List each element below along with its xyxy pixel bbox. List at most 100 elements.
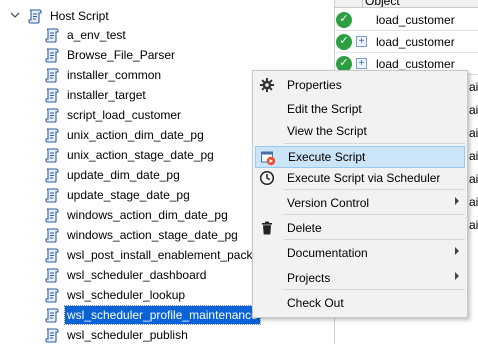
tree-item[interactable]: update_dim_date_pg	[44, 165, 182, 185]
menu-separator	[283, 289, 465, 290]
script-icon	[45, 208, 59, 223]
tree-item-label: unix_action_dim_date_pg	[67, 128, 204, 142]
menu-item-properties[interactable]: Properties	[255, 74, 465, 96]
tree-item-label: wsl_post_install_enablement_pack	[67, 248, 253, 262]
menu-item-execute-script-via-scheduler[interactable]: Execute Script via Scheduler	[255, 167, 465, 189]
tree-item[interactable]: a_env_test	[44, 25, 128, 45]
trash-icon	[259, 220, 275, 236]
grid-row-object: load_customer	[376, 56, 455, 71]
menu-item-view-the-script[interactable]: View the Script	[255, 120, 465, 142]
grid-row-fragment: ain	[469, 126, 478, 140]
script-icon	[45, 268, 59, 283]
menu-item-documentation[interactable]: Documentation	[255, 242, 465, 264]
menu-separator	[283, 189, 465, 190]
tree-item[interactable]: windows_action_stage_date_pg	[44, 225, 240, 245]
tree-item-label: script_load_customer	[67, 108, 182, 122]
script-icon	[45, 68, 59, 83]
grid-row-fragment: ain	[469, 149, 478, 163]
menu-item-execute-script[interactable]: Execute Script	[255, 146, 465, 168]
tree-item[interactable]: wsl_scheduler_publish	[44, 325, 190, 344]
submenu-arrow-icon	[455, 197, 459, 205]
script-icon	[45, 88, 59, 103]
menu-item-label: Documentation	[287, 246, 368, 260]
grid-row-fragment: ain	[469, 195, 478, 209]
tree-item-label: wsl_scheduler_lookup	[67, 288, 186, 302]
tree-item-label: windows_action_stage_date_pg	[67, 228, 238, 242]
check-circle-icon: ✓	[336, 11, 352, 28]
grid-header: Object	[335, 0, 478, 8]
tree-item-label: unix_action_stage_date_pg	[67, 148, 214, 162]
gear-icon	[259, 77, 275, 93]
grid-row-object: load_customer	[376, 34, 455, 49]
menu-item-label: View the Script	[287, 124, 367, 138]
script-icon	[45, 308, 59, 323]
menu-item-edit-the-script[interactable]: Edit the Script	[255, 98, 465, 120]
tree-item[interactable]: wsl_scheduler_lookup	[44, 285, 187, 305]
script-icon	[45, 28, 59, 43]
script-icon	[45, 148, 59, 163]
tree-item[interactable]: installer_common	[44, 65, 163, 85]
tree-item[interactable]: unix_action_dim_date_pg	[44, 125, 206, 145]
script-icon	[28, 9, 42, 24]
tree-item-label: wsl_scheduler_dashboard	[67, 268, 207, 282]
menu-item-delete[interactable]: Delete	[255, 217, 465, 239]
execute-script-icon	[260, 150, 276, 166]
chevron-down-icon[interactable]	[10, 8, 20, 22]
menu-item-label: Projects	[287, 271, 331, 285]
expand-plus-icon[interactable]: +	[356, 36, 367, 47]
tree-item[interactable]: script_load_customer	[44, 105, 183, 125]
expand-plus-icon[interactable]: +	[356, 58, 367, 69]
tree-item[interactable]: installer_target	[44, 85, 148, 105]
tree-item-label: wsl_scheduler_publish	[67, 328, 188, 342]
script-icon	[45, 228, 59, 243]
tree-item-label: installer_common	[67, 68, 162, 82]
grid-row[interactable]: ✓ + load_customer	[335, 31, 478, 53]
menu-item-check-out[interactable]: Check Out	[255, 292, 465, 314]
menu-separator	[283, 214, 465, 215]
grid-row-object: load_customer	[376, 12, 455, 27]
script-icon	[45, 128, 59, 143]
tree-item[interactable]: wsl_scheduler_profile_maintenance	[44, 305, 261, 325]
menu-item-label: Check Out	[287, 296, 344, 310]
tree-item[interactable]: update_stage_date_pg	[44, 185, 192, 205]
tree-root-label: Host Script	[50, 9, 109, 23]
tree-item[interactable]: wsl_post_install_enablement_pack	[44, 245, 254, 265]
menu-item-label: Execute Script	[288, 150, 366, 164]
menu-item-label: Properties	[287, 78, 342, 92]
clock-icon	[259, 170, 275, 186]
menu-item-label: Execute Script via Scheduler	[287, 171, 441, 185]
script-icon	[45, 328, 59, 343]
grid-row-fragment: ain	[469, 80, 478, 94]
grid-row-fragment: ain	[469, 172, 478, 186]
tree-item-label: update_dim_date_pg	[67, 168, 180, 182]
grid-row[interactable]: ✓ load_customer	[335, 9, 478, 31]
tree-item-label: update_stage_date_pg	[67, 188, 190, 202]
script-icon	[45, 168, 59, 183]
menu-item-projects[interactable]: Projects	[255, 267, 465, 289]
tree-item[interactable]: Browse_File_Parser	[44, 45, 177, 65]
tree-item[interactable]: wsl_scheduler_dashboard	[44, 265, 208, 285]
grid-row-fragment: ain	[469, 103, 478, 117]
menu-item-label: Version Control	[287, 196, 370, 210]
app-window: Host Script a_env_test Browse_File_Parser…	[0, 0, 478, 344]
script-icon	[45, 248, 59, 263]
menu-item-version-control[interactable]: Version Control	[255, 192, 465, 214]
tree-item-label: a_env_test	[67, 28, 126, 42]
tree-item-label: installer_target	[67, 88, 146, 102]
tree-item[interactable]: windows_action_dim_date_pg	[44, 205, 230, 225]
menu-item-label: Delete	[287, 221, 322, 235]
tree-item[interactable]: unix_action_stage_date_pg	[44, 145, 216, 165]
grid-row-fragment: ain	[469, 218, 478, 232]
grid-header-status-column	[335, 0, 363, 7]
grid-header-object-label: Object	[365, 0, 400, 8]
menu-item-label: Edit the Script	[287, 102, 362, 116]
tree-item-label: windows_action_dim_date_pg	[67, 208, 228, 222]
script-icon	[45, 188, 59, 203]
tree-item-label: Browse_File_Parser	[67, 48, 176, 62]
script-icon	[45, 108, 59, 123]
tree-item-label: wsl_scheduler_profile_maintenance	[64, 305, 261, 325]
submenu-arrow-icon	[455, 272, 459, 280]
context-menu: Properties Edit the Script View the Script…	[252, 70, 468, 318]
script-icon	[45, 288, 59, 303]
menu-separator	[283, 143, 465, 144]
